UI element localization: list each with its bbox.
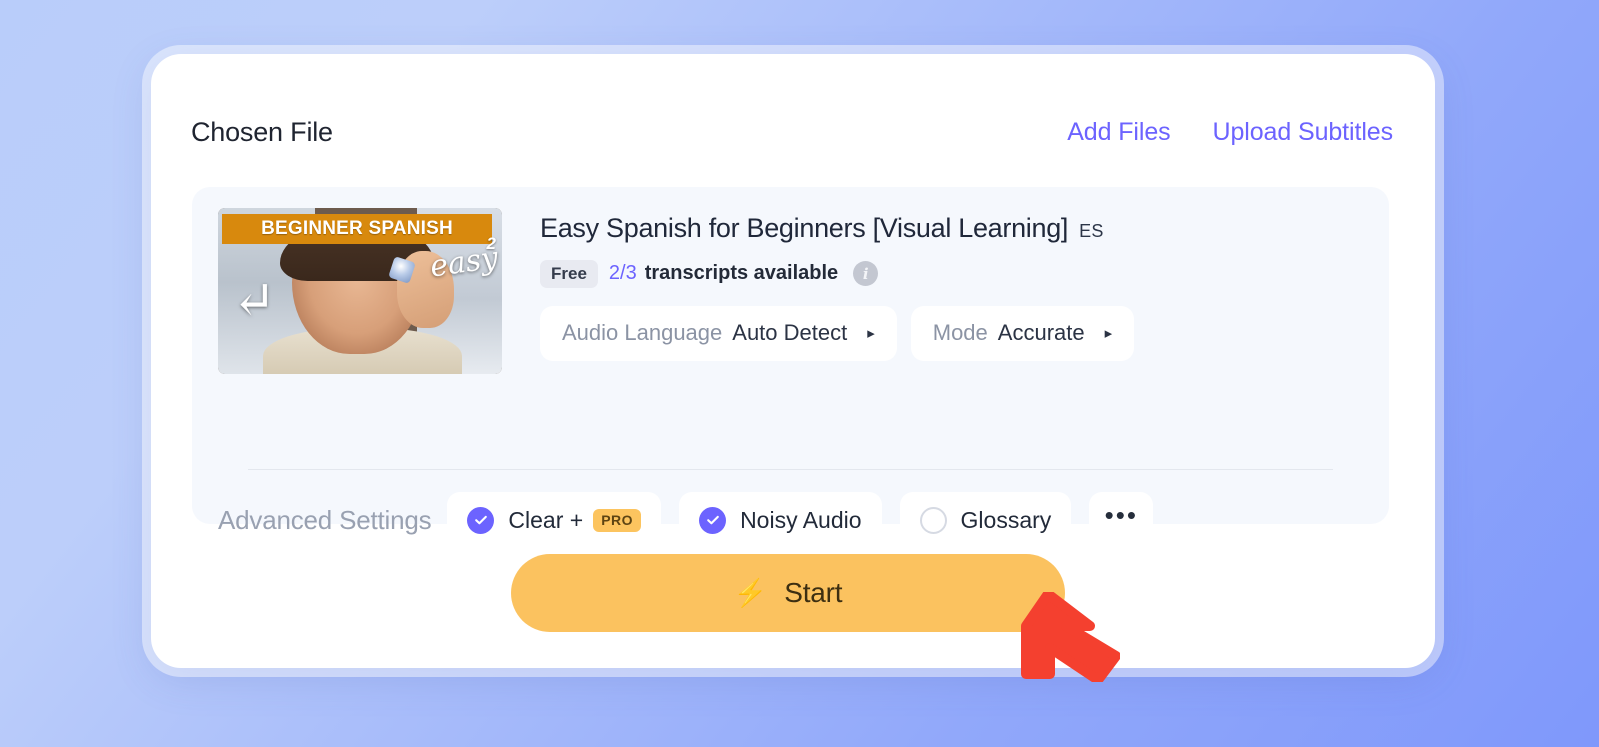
chosen-file-card: Chosen File Add Files Upload Subtitles ↵… [151, 54, 1435, 668]
file-row: ↵ easy BEGINNER SPANISH 2 Easy Spanish f… [218, 208, 1135, 374]
audio-language-value: Auto Detect [732, 320, 848, 346]
file-meta: Easy Spanish for Beginners [Visual Learn… [540, 208, 1135, 361]
transcripts-count: 2/3 [608, 262, 637, 285]
page-title: Chosen File [191, 116, 333, 147]
start-button[interactable]: ⚡ Start [511, 554, 1065, 632]
pro-badge: PRO [593, 508, 642, 532]
header-actions: Add Files Upload Subtitles [1067, 119, 1394, 145]
more-options-button[interactable]: ••• [1089, 492, 1154, 548]
file-language-code: ES [1079, 221, 1104, 241]
upload-subtitles-link[interactable]: Upload Subtitles [1213, 119, 1394, 145]
advanced-settings-row: Advanced Settings Clear + PRO Noisy Audi… [218, 492, 1154, 548]
file-panel: ↵ easy BEGINNER SPANISH 2 Easy Spanish f… [192, 187, 1389, 548]
checkbox-checked-icon[interactable] [699, 506, 727, 534]
video-thumbnail[interactable]: ↵ easy BEGINNER SPANISH 2 [218, 208, 502, 374]
thumbnail-banner-text: BEGINNER SPANISH [261, 218, 453, 239]
transcripts-available-label: transcripts available [644, 262, 839, 285]
lightning-bolt-icon: ⚡ [733, 577, 768, 608]
option-noisy-audio-label: Noisy Audio [740, 506, 862, 533]
panel-divider [248, 469, 1333, 470]
mode-value: Accurate [997, 320, 1085, 346]
card-header: Chosen File Add Files Upload Subtitles [191, 110, 1393, 154]
thumbnail-banner-subscript: 2 [486, 234, 496, 253]
mode-label: Mode [932, 320, 988, 346]
thumbnail-banner: BEGINNER SPANISH [222, 214, 492, 244]
add-files-link[interactable]: Add Files [1067, 119, 1170, 145]
chevron-right-icon: ▸ [1104, 324, 1113, 342]
option-clear-plus-label: Clear + [508, 506, 584, 533]
option-glossary-label: Glossary [960, 506, 1052, 533]
option-noisy-audio[interactable]: Noisy Audio [679, 492, 882, 548]
mode-dropdown[interactable]: Mode Accurate ▸ [910, 305, 1135, 361]
file-title: Easy Spanish for Beginners [Visual Learn… [540, 213, 1069, 243]
thumbnail-swash-graphic: ↵ [232, 271, 276, 332]
chevron-right-icon: ▸ [867, 324, 875, 342]
file-status-row: Free 2/3 transcripts available i [540, 259, 1134, 288]
start-button-label: Start [784, 577, 843, 608]
checkbox-checked-icon[interactable] [467, 506, 495, 534]
info-icon[interactable]: i [853, 261, 879, 287]
option-clear-plus[interactable]: Clear + PRO [447, 492, 662, 548]
option-glossary[interactable]: Glossary [899, 492, 1072, 548]
plan-badge: Free [540, 259, 598, 288]
checkbox-unchecked-icon[interactable] [919, 506, 947, 534]
advanced-settings-label: Advanced Settings [218, 504, 432, 535]
file-title-row: Easy Spanish for Beginners [Visual Learn… [540, 213, 1134, 244]
dropdown-row: Audio Language Auto Detect ▸ Mode Accura… [540, 305, 1135, 361]
audio-language-label: Audio Language [562, 320, 723, 346]
audio-language-dropdown[interactable]: Audio Language Auto Detect ▸ [540, 305, 897, 361]
